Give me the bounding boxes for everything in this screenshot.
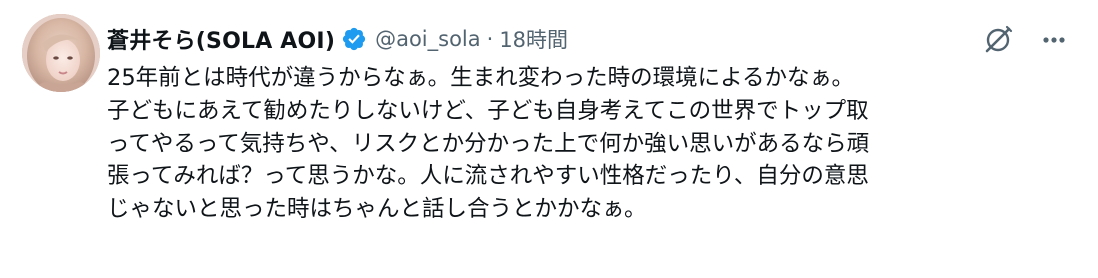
author-handle[interactable]: @aoi_sola bbox=[375, 27, 481, 51]
grok-icon bbox=[985, 25, 1013, 53]
tweet-text-line: ってやるって気持ちや、リスクとか分かった上で何か強い思いがあるなら頑 bbox=[107, 130, 870, 157]
tweet-text-line: じゃないと思った時はちゃんと話し合うとかかなぁ。 bbox=[107, 196, 647, 223]
tweet-text-line: 張ってみれば？って思うかな。人に流されやすい性格だったり、自分の意思 bbox=[107, 163, 869, 190]
tweet-actions bbox=[978, 20, 1074, 60]
avatar-photo-icon bbox=[22, 14, 100, 92]
avatar[interactable] bbox=[22, 14, 100, 92]
more-options-button[interactable] bbox=[1034, 20, 1074, 60]
tweet-timestamp[interactable]: 18時間 bbox=[499, 24, 568, 54]
grok-button[interactable] bbox=[978, 20, 1018, 60]
tweet-text-line: 子どもにあえて勧めたりしないけど、子ども自身考えてこの世界でトップ取 bbox=[107, 97, 869, 124]
tweet-card[interactable]: 蒼井そら(SOLA AOI) @aoi_sola · 18時間 25年前とは時代… bbox=[0, 0, 1098, 278]
tweet-text-line: 25年前とは時代が違うからなぁ。生まれ変わった時の環境によるかなぁ。 bbox=[107, 65, 855, 91]
verified-badge-icon[interactable] bbox=[341, 26, 367, 52]
tweet-text: 25年前とは時代が違うからなぁ。生まれ変わった時の環境によるかなぁ。 子どもにあ… bbox=[107, 62, 1067, 226]
author-display-name[interactable]: 蒼井そら(SOLA AOI) bbox=[107, 23, 335, 55]
more-icon bbox=[1043, 37, 1065, 43]
separator-dot: · bbox=[486, 27, 494, 51]
tweet-header: 蒼井そら(SOLA AOI) @aoi_sola · 18時間 bbox=[107, 22, 568, 56]
